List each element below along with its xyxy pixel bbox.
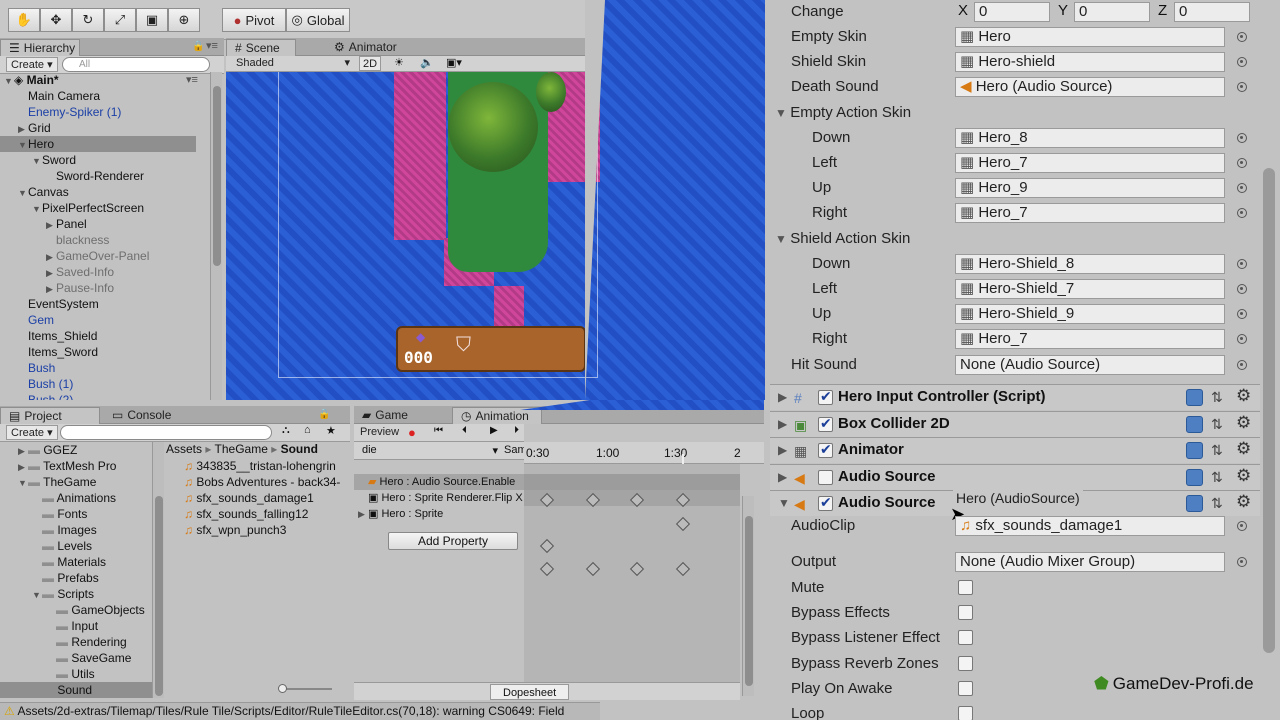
watermark-logo-icon: ⬟: [1094, 674, 1109, 693]
toggle-label: Loop: [791, 705, 825, 720]
status-bar[interactable]: ⚠ Assets/2d-extras/Tilemap/Tiles/Rule Ti…: [0, 702, 600, 720]
toggle-checkbox[interactable]: [958, 680, 973, 696]
toggle-label: Play On Awake: [791, 679, 893, 697]
watermark: ⬟ GameDev-Profi.de: [1094, 674, 1254, 694]
warning-icon: ⚠: [4, 704, 15, 718]
audio-toggles: Mute Bypass Effects Bypass Listener Effect…: [0, 0, 1280, 720]
toggle-checkbox[interactable]: [958, 580, 973, 595]
status-message: Assets/2d-extras/Tilemap/Tiles/Rule Tile…: [17, 704, 565, 718]
toggle-label: Bypass Listener Effect: [791, 629, 940, 647]
inspector-scroll-thumb[interactable]: [1263, 168, 1275, 653]
inspector-scrollbar[interactable]: [1262, 160, 1278, 720]
toggle-checkbox[interactable]: [958, 706, 973, 720]
toggle-checkbox[interactable]: [958, 605, 973, 621]
toggle-label: Bypass Effects: [791, 604, 890, 622]
toggle-checkbox[interactable]: [958, 655, 973, 671]
toggle-checkbox[interactable]: [958, 630, 973, 646]
watermark-text: GameDev-Profi.de: [1112, 674, 1254, 693]
toggle-label: Bypass Reverb Zones: [791, 654, 939, 672]
toggle-label: Mute: [791, 579, 825, 596]
